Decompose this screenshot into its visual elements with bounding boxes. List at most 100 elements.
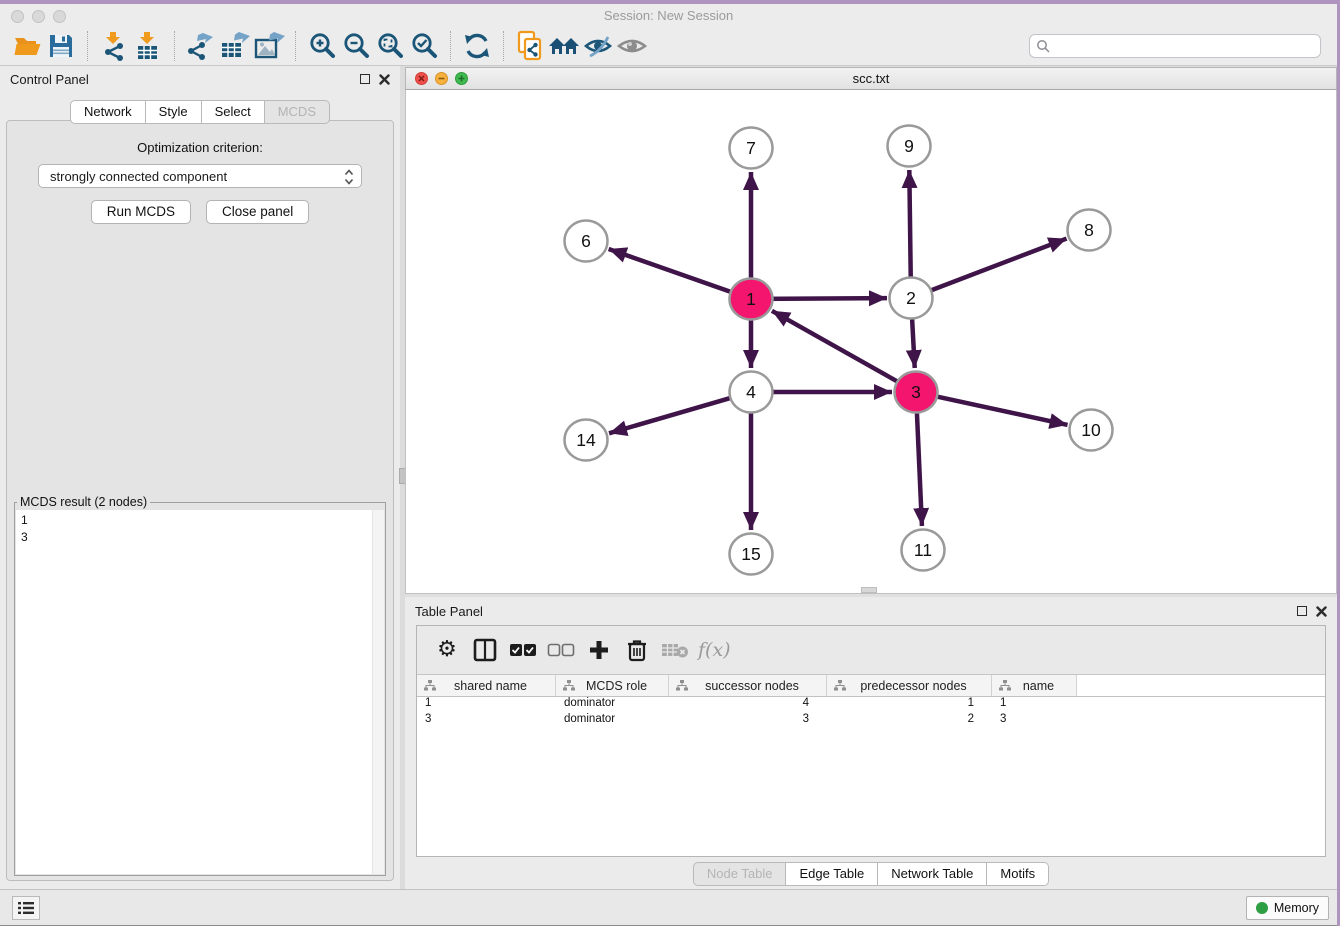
zoom-selected-icon[interactable] (407, 30, 441, 62)
tab-motifs[interactable]: Motifs (987, 862, 1049, 886)
tab-select[interactable]: Select (202, 100, 265, 124)
zoom-out-icon[interactable] (339, 30, 373, 62)
table-cell[interactable]: 3 (669, 713, 827, 729)
mcds-result-fieldset: MCDS result (2 nodes) 1 3 (14, 495, 386, 876)
edge-3-1[interactable] (772, 311, 911, 389)
node-2[interactable]: 2 (890, 278, 933, 319)
mcds-pane: Optimization criterion: strongly connect… (6, 120, 394, 881)
toolbar-separator (295, 31, 296, 61)
column-header-shared-name[interactable]: shared name (417, 675, 556, 696)
table-cell[interactable]: 4 (669, 697, 827, 713)
mcds-result-area[interactable]: 1 3 (16, 510, 384, 874)
column-header-name[interactable]: name (992, 675, 1077, 696)
node-4[interactable]: 4 (730, 372, 773, 413)
table-toolbar: ⚙ f(x) (417, 626, 1325, 674)
edge-3-11[interactable] (916, 398, 922, 526)
show-all-eye-icon[interactable] (615, 30, 649, 62)
search-field[interactable] (1029, 34, 1321, 58)
tab-network[interactable]: Network (70, 100, 146, 124)
canvas-resize-handle[interactable] (861, 587, 877, 593)
node-label: 6 (581, 231, 591, 251)
node-3[interactable]: 3 (895, 372, 938, 413)
table-close-panel-icon[interactable] (1316, 606, 1327, 617)
node-1[interactable]: 1 (730, 279, 773, 320)
tab-network-table[interactable]: Network Table (878, 862, 987, 886)
network-titlebar[interactable]: scc.txt (405, 67, 1337, 90)
search-input[interactable] (1054, 39, 1314, 53)
table-body: 1dominator4113dominator323 (417, 697, 1325, 729)
open-session-icon[interactable] (10, 30, 44, 62)
edge-3-10[interactable] (922, 393, 1068, 425)
tab-node-table[interactable]: Node Table (693, 862, 787, 886)
edge-1-2[interactable] (757, 298, 887, 299)
node-6[interactable]: 6 (565, 221, 608, 262)
tab-mcds[interactable]: MCDS (265, 100, 330, 124)
delete-table-icon[interactable] (660, 635, 690, 665)
table-float-panel-icon[interactable] (1297, 606, 1307, 616)
table-cell[interactable]: 2 (827, 713, 992, 729)
task-history-button[interactable] (12, 896, 40, 920)
export-image-icon[interactable] (252, 30, 286, 62)
node-15[interactable]: 15 (730, 534, 773, 575)
close-panel-button[interactable]: Close panel (206, 200, 309, 224)
zoom-fit-icon[interactable] (373, 30, 407, 62)
close-panel-icon[interactable] (379, 74, 390, 85)
export-network-icon[interactable] (184, 30, 218, 62)
memory-status-dot (1256, 902, 1268, 914)
network-canvas[interactable]: 7 9 6 8 1 2 4 3 14 10 15 11 (405, 90, 1337, 594)
node-14[interactable]: 14 (565, 420, 608, 461)
toggle-panel-icon[interactable] (470, 635, 500, 665)
export-table-icon[interactable] (218, 30, 252, 62)
main-content: Control Panel NetworkStyleSelectMCDS Opt… (0, 66, 1337, 889)
save-session-icon[interactable] (44, 30, 78, 62)
node-9[interactable]: 9 (888, 126, 931, 167)
table-cell[interactable]: 1 (992, 697, 1077, 713)
tab-edge-table[interactable]: Edge Table (786, 862, 878, 886)
hide-selected-eye-icon[interactable] (581, 30, 615, 62)
node-label: 15 (741, 544, 760, 564)
result-scrollbar[interactable] (372, 510, 384, 874)
import-network-icon[interactable] (97, 30, 131, 62)
toolbar-separator (87, 31, 88, 61)
network-graph[interactable]: 7 9 6 8 1 2 4 3 14 10 15 11 (406, 90, 1336, 592)
first-neighbors-icon[interactable] (547, 30, 581, 62)
column-header-successor-nodes[interactable]: successor nodes (669, 675, 827, 696)
node-label: 1 (746, 289, 756, 309)
node-11[interactable]: 11 (902, 530, 945, 571)
memory-button[interactable]: Memory (1246, 896, 1329, 920)
clone-network-icon[interactable] (513, 30, 547, 62)
refresh-icon[interactable] (460, 30, 494, 62)
function-builder-icon[interactable]: f(x) (698, 635, 731, 665)
delete-row-icon[interactable] (622, 635, 652, 665)
table-cell[interactable]: dominator (556, 713, 669, 729)
tab-style[interactable]: Style (146, 100, 202, 124)
table-row[interactable]: 1dominator411 (417, 697, 1325, 713)
search-icon (1036, 39, 1050, 53)
add-row-icon[interactable] (584, 635, 614, 665)
node-8[interactable]: 8 (1068, 210, 1111, 251)
column-header-MCDS-role[interactable]: MCDS role (556, 675, 669, 696)
float-panel-icon[interactable] (360, 74, 370, 84)
column-header-predecessor-nodes[interactable]: predecessor nodes (827, 675, 992, 696)
edge-4-14[interactable] (609, 394, 745, 434)
zoom-in-icon[interactable] (305, 30, 339, 62)
table-row[interactable]: 3dominator323 (417, 713, 1325, 729)
table-cell[interactable]: dominator (556, 697, 669, 713)
control-panel-title: Control Panel (10, 72, 360, 87)
edge-2-9[interactable] (909, 170, 911, 292)
edge-2-8[interactable] (917, 239, 1067, 296)
criterion-select[interactable]: strongly connected component (38, 164, 362, 188)
run-mcds-button[interactable]: Run MCDS (91, 200, 191, 224)
settings-gear-icon[interactable]: ⚙ (432, 635, 462, 665)
select-all-columns-icon[interactable] (508, 635, 538, 665)
deselect-all-columns-icon[interactable] (546, 635, 576, 665)
import-table-icon[interactable] (131, 30, 165, 62)
edge-1-6[interactable] (609, 249, 746, 297)
node-7[interactable]: 7 (730, 128, 773, 169)
node-10[interactable]: 10 (1070, 410, 1113, 451)
table-cell[interactable]: 3 (992, 713, 1077, 729)
table-cell[interactable]: 1 (827, 697, 992, 713)
hierarchy-icon (424, 680, 436, 691)
table-cell[interactable]: 1 (417, 697, 556, 713)
table-cell[interactable]: 3 (417, 713, 556, 729)
